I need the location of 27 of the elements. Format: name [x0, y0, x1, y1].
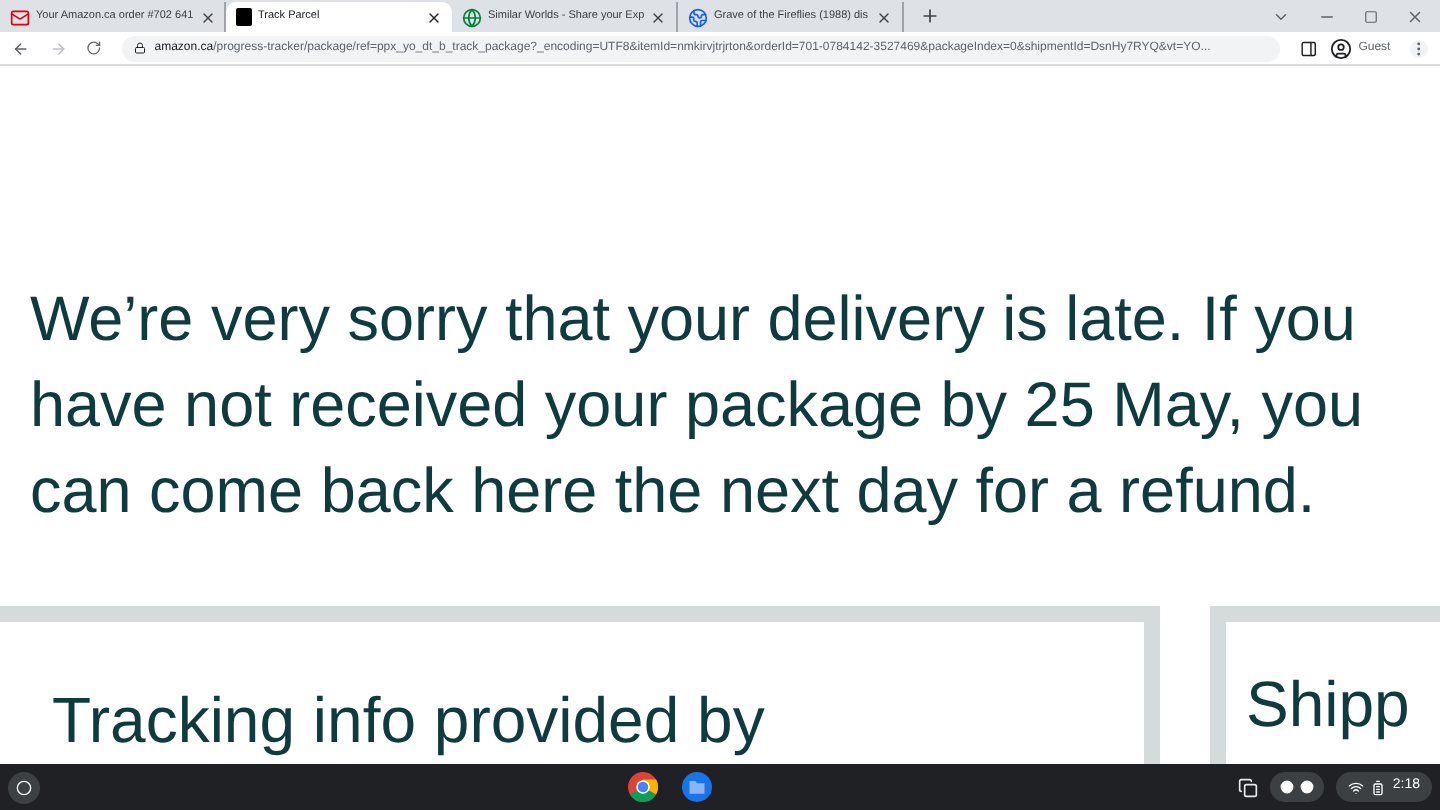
- card-heading: Tracking info provided by: [52, 682, 767, 758]
- globe-icon: [688, 7, 708, 27]
- wifi-icon: [1348, 779, 1365, 795]
- side-panel-icon[interactable]: [1300, 39, 1319, 57]
- card-heading: Shipp: [1246, 666, 1412, 742]
- battery-icon: [1370, 779, 1387, 795]
- close-icon[interactable]: [876, 9, 892, 25]
- delay-message: We’re very sorry that your delivery is late. If you have not received your package by 25 May, you can come back here the next day for a refund.: [30, 280, 1366, 530]
- globe-icon: [462, 7, 482, 27]
- new-tab-icon[interactable]: [920, 6, 940, 26]
- tote-icon[interactable]: [1238, 777, 1259, 797]
- reload-icon[interactable]: [86, 40, 103, 56]
- close-icon[interactable]: [199, 9, 216, 25]
- close-icon[interactable]: [426, 9, 442, 25]
- browser-app-icon[interactable]: [627, 772, 658, 802]
- maximize-icon[interactable]: [1364, 10, 1378, 24]
- folder-app-icon[interactable]: [681, 772, 712, 802]
- status-pill[interactable]: [1270, 772, 1325, 802]
- mail-icon: [10, 7, 30, 27]
- chevron-down-icon[interactable]: [1272, 8, 1290, 26]
- back-icon[interactable]: [12, 39, 30, 57]
- launcher-icon: [16, 779, 32, 795]
- profile-icon: [1330, 37, 1353, 59]
- close-icon[interactable]: [650, 9, 667, 25]
- lock-icon: [134, 42, 147, 54]
- menu-icon[interactable]: [1410, 39, 1428, 57]
- launcher-button[interactable]: [8, 771, 40, 803]
